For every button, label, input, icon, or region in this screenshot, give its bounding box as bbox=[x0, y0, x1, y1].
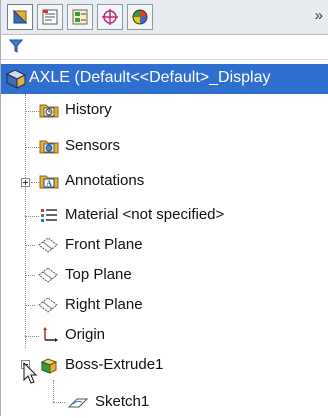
manager-tab-strip: » bbox=[1, 0, 328, 35]
tree-item-annotations[interactable]: A Annotations bbox=[1, 167, 328, 197]
tree-item-label: Origin bbox=[65, 326, 106, 343]
filter-row bbox=[1, 35, 328, 60]
tree-item-front-plane[interactable]: Front Plane bbox=[1, 231, 328, 261]
tree-item-material[interactable]: Material <not specified> bbox=[1, 201, 328, 231]
material-icon bbox=[41, 209, 57, 222]
history-folder-icon bbox=[39, 104, 59, 118]
tree-item-label: Sketch1 bbox=[95, 393, 150, 410]
plane-icon bbox=[38, 297, 58, 313]
tree-item-origin[interactable]: Origin bbox=[1, 321, 328, 351]
tab-dimxpert-manager[interactable] bbox=[97, 4, 123, 30]
dimxpert-manager-icon bbox=[102, 9, 118, 25]
tab-feature-manager[interactable] bbox=[7, 4, 33, 30]
feature-manager-icon bbox=[12, 9, 28, 25]
tree-root-axle[interactable]: AXLE (Default<<Default>_Display bbox=[1, 64, 328, 94]
tree-item-sensors[interactable]: Sensors bbox=[1, 132, 328, 162]
tree-item-label: History bbox=[65, 101, 112, 118]
annotations-folder-icon: A bbox=[39, 175, 59, 189]
boss-extrude-icon bbox=[40, 358, 58, 374]
tab-display-manager[interactable] bbox=[127, 4, 153, 30]
origin-icon bbox=[43, 327, 58, 342]
tree-item-label: Sensors bbox=[65, 137, 121, 154]
tree-item-top-plane[interactable]: Top Plane bbox=[1, 261, 328, 291]
tab-property-manager[interactable] bbox=[37, 4, 63, 30]
display-manager-icon bbox=[132, 9, 148, 25]
feature-manager-panel: » AXLE (Default<<Default>_Display Histor… bbox=[0, 0, 328, 416]
tree-item-label: Front Plane bbox=[65, 236, 143, 253]
plane-icon bbox=[38, 237, 58, 253]
tree-item-sketch1[interactable]: Sketch1 bbox=[1, 388, 328, 418]
svg-text:A: A bbox=[46, 179, 52, 188]
tree-item-boss-extrude1[interactable]: Boss-Extrude1 bbox=[1, 351, 328, 381]
mouse-cursor-icon bbox=[23, 362, 38, 384]
tree-item-history[interactable]: History bbox=[1, 96, 328, 126]
tree-item-label: Right Plane bbox=[65, 296, 143, 313]
sketch-icon bbox=[67, 398, 89, 408]
tree-item-right-plane[interactable]: Right Plane bbox=[1, 291, 328, 321]
filter-icon[interactable] bbox=[9, 39, 23, 53]
tab-configuration-manager[interactable] bbox=[67, 4, 93, 30]
sensors-folder-icon bbox=[39, 140, 59, 154]
plane-icon bbox=[38, 267, 58, 283]
tree-item-label: Boss-Extrude1 bbox=[65, 356, 164, 373]
configuration-manager-icon bbox=[72, 9, 88, 25]
part-icon bbox=[5, 69, 27, 89]
tree-root-label: AXLE (Default<<Default>_Display bbox=[29, 69, 271, 86]
tree-item-label: Top Plane bbox=[65, 266, 132, 283]
property-manager-icon bbox=[42, 9, 58, 25]
tree-item-label: Material <not specified> bbox=[65, 206, 225, 223]
tree-item-label: Annotations bbox=[65, 172, 145, 189]
more-tabs-button[interactable]: » bbox=[315, 7, 323, 24]
